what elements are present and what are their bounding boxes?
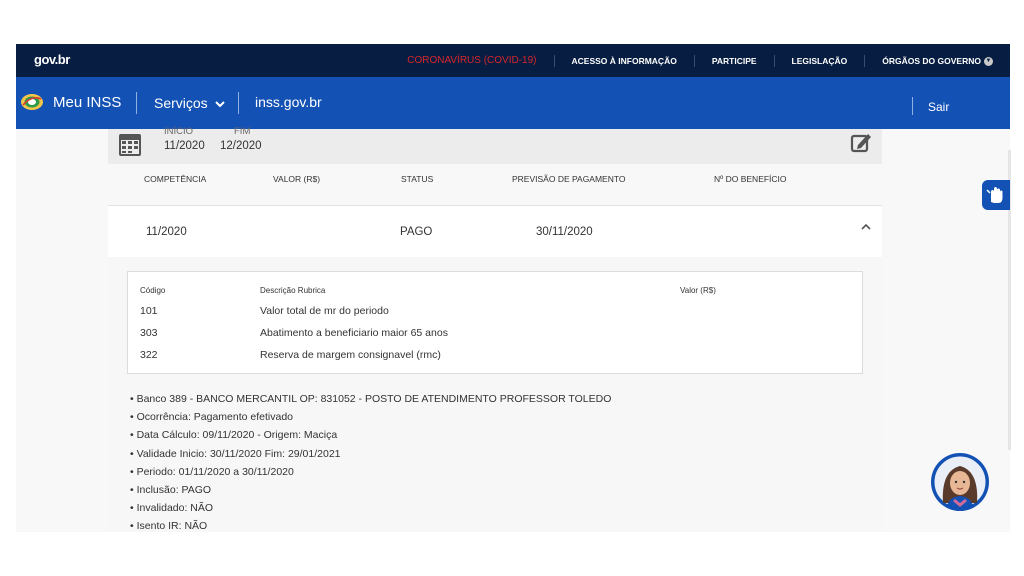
edit-icon[interactable] xyxy=(850,131,872,153)
orgaos-governo-label: ÓRGÃOS DO GOVERNO xyxy=(882,55,981,66)
fim-value[interactable]: 12/2020 xyxy=(220,140,262,152)
orgaos-governo-menu[interactable]: ÓRGÃOS DO GOVERNO ▼ xyxy=(864,54,1010,67)
rubrica-header-valor: Valor (R$) xyxy=(680,286,716,295)
info-validade: • Validade Inicio: 30/11/2020 Fim: 29/01… xyxy=(130,447,341,460)
header-divider xyxy=(912,97,913,115)
rubrica-codigo: 322 xyxy=(140,349,158,361)
info-inclusao: • Inclusão: PAGO xyxy=(130,484,212,497)
rubrica-descricao: Abatimento a beneficiario maior 65 anos xyxy=(260,327,448,339)
legislacao-link[interactable]: LEGISLAÇÃO xyxy=(773,54,865,67)
row-details: Código Descrição Rubrica Valor (R$) 101 … xyxy=(108,257,882,532)
col-status: STATUS xyxy=(401,174,434,184)
table-header: COMPETÊNCIA VALOR (R$) STATUS PREVISÃO D… xyxy=(108,164,882,202)
chevron-down-icon: ▼ xyxy=(984,56,993,66)
payment-info-list: • Banco 389 - BANCO MERCANTIL OP: 831052… xyxy=(130,390,611,532)
rubrica-codigo: 101 xyxy=(140,305,158,317)
table-row[interactable]: 11/2020 PAGO 30/11/2020 xyxy=(108,205,882,258)
rubrica-header-codigo: Código xyxy=(140,286,166,295)
rubrica-header-descricao: Descrição Rubrica xyxy=(260,286,326,295)
chevron-down-icon xyxy=(214,101,225,108)
col-beneficio: Nº DO BENEFÍCIO xyxy=(714,174,787,184)
gov-top-bar: gov.br CORONAVÍRUS (COVID-19) ACESSO À I… xyxy=(16,44,1010,77)
acesso-informacao-link[interactable]: ACESSO À INFORMAÇÃO xyxy=(553,54,694,67)
cell-previsao: 30/11/2020 xyxy=(536,226,593,238)
fim-label: FIM xyxy=(234,126,251,137)
brand-name: Meu INSS xyxy=(53,93,122,111)
col-competencia: COMPETÊNCIA xyxy=(144,174,207,184)
header-divider xyxy=(238,92,239,114)
app-frame: gov.br CORONAVÍRUS (COVID-19) ACESSO À I… xyxy=(16,44,1010,532)
govbr-logo[interactable]: gov.br xyxy=(34,52,70,67)
servicos-label: Serviços xyxy=(154,95,208,111)
info-ocorrencia: • Ocorrência: Pagamento efetivado xyxy=(130,411,294,424)
info-periodo: • Periodo: 01/11/2020 a 30/11/2020 xyxy=(130,465,294,478)
rubrica-descricao: Reserva de margem consignavel (rmc) xyxy=(260,349,441,361)
assistant-face-icon xyxy=(931,453,989,511)
inss-logo-icon xyxy=(21,94,43,110)
hand-icon xyxy=(986,187,1003,203)
calendar-icon xyxy=(119,134,141,156)
inicio-label: INÍCIO xyxy=(164,126,194,137)
period-filter: INÍCIO 11/2020 FIM 12/2020 xyxy=(108,126,882,164)
assistant-avatar[interactable] xyxy=(931,453,989,511)
info-banco: • Banco 389 - BANCO MERCANTIL OP: 831052… xyxy=(130,393,612,405)
inss-header: Meu INSS Serviços inss.gov.br Sair xyxy=(16,77,1010,129)
rubrica-codigo: 303 xyxy=(140,327,158,339)
rubricas-box: Código Descrição Rubrica Valor (R$) 101 … xyxy=(127,271,863,374)
sign-language-icon[interactable] xyxy=(982,180,1010,210)
inss-site-link[interactable]: inss.gov.br xyxy=(255,94,322,110)
cell-competencia: 11/2020 xyxy=(146,226,187,238)
col-previsao: PREVISÃO DE PAGAMENTO xyxy=(512,174,626,184)
participe-link[interactable]: PARTICIPE xyxy=(693,54,774,67)
chevron-up-icon[interactable] xyxy=(860,222,872,232)
inicio-value[interactable]: 11/2020 xyxy=(164,140,205,152)
rubrica-descricao: Valor total de mr do periodo xyxy=(260,305,389,317)
info-invalidado: • Invalidado: NÃO xyxy=(130,502,214,515)
info-isento-ir: • Isento IR: NÃO xyxy=(130,520,208,532)
col-valor: VALOR (R$) xyxy=(273,174,321,184)
gov-links: CORONAVÍRUS (COVID-19) ACESSO À INFORMAÇ… xyxy=(390,44,1010,77)
cell-status: PAGO xyxy=(400,226,433,238)
covid-link[interactable]: CORONAVÍRUS (COVID-19) xyxy=(390,55,553,67)
info-data-calculo: • Data Cálculo: 09/11/2020 - Origem: Mac… xyxy=(130,429,338,442)
servicos-menu[interactable]: Serviços xyxy=(154,95,225,111)
sair-button[interactable]: Sair xyxy=(928,100,949,114)
header-divider xyxy=(136,92,137,114)
brand[interactable]: Meu INSS xyxy=(20,93,121,111)
